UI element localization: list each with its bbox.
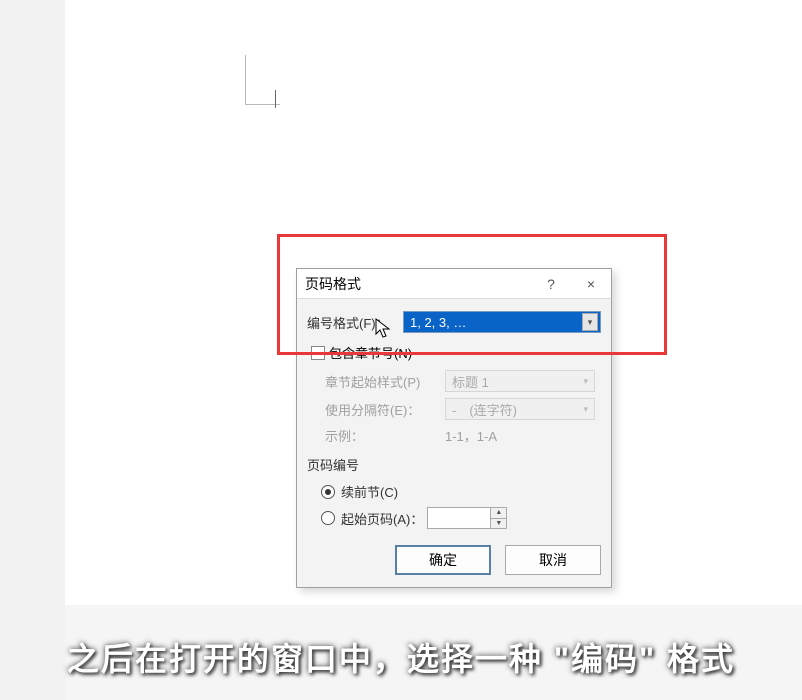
dialog-titlebar[interactable]: 页码格式 ? × <box>297 269 611 299</box>
ok-button[interactable]: 确定 <box>395 545 491 575</box>
include-chapter-checkbox[interactable] <box>311 346 325 360</box>
tutorial-caption: 之后在打开的窗口中，选择一种 "编码" 格式 <box>0 634 802 680</box>
help-button[interactable]: ? <box>531 269 571 299</box>
separator-label: 使用分隔符(E)： <box>325 400 445 419</box>
chapter-style-dropdown: 标题 1 ▾ <box>445 370 595 392</box>
chevron-down-icon: ▾ <box>582 313 598 331</box>
dialog-button-row: 确定 取消 <box>307 545 601 575</box>
chevron-down-icon: ▾ <box>583 376 588 387</box>
continue-previous-row: 续前节(C) <box>321 482 601 501</box>
separator-value: - (连字符) <box>452 400 517 419</box>
text-cursor <box>275 90 278 108</box>
dialog-title: 页码格式 <box>305 274 531 294</box>
start-at-row: 起始页码(A)： ▲ ▼ <box>321 507 601 529</box>
spinner-down-button[interactable]: ▼ <box>491 518 506 529</box>
continue-previous-radio[interactable] <box>321 485 335 499</box>
number-format-dropdown[interactable]: 1, 2, 3, … ▾ <box>403 311 601 333</box>
chapter-options-section: 章节起始样式(P) 标题 1 ▾ 使用分隔符(E)： - (连字符) ▾ 示例：… <box>325 370 601 445</box>
number-format-label: 编号格式(F)： <box>307 313 403 332</box>
spinner-up-button[interactable]: ▲ <box>491 508 506 518</box>
sidebar-left-gutter <box>0 0 65 700</box>
page-number-format-dialog: 页码格式 ? × 编号格式(F)： 1, 2, 3, … ▾ 包含章节号(N) … <box>296 268 612 588</box>
start-at-value[interactable] <box>428 508 490 528</box>
start-at-spinner[interactable]: ▲ ▼ <box>427 507 507 529</box>
close-button[interactable]: × <box>571 269 611 299</box>
separator-dropdown: - (连字符) ▾ <box>445 398 595 420</box>
start-at-label: 起始页码(A)： <box>341 509 423 528</box>
example-label: 示例： <box>325 426 445 445</box>
dialog-body: 编号格式(F)： 1, 2, 3, … ▾ 包含章节号(N) 章节起始样式(P)… <box>297 299 611 587</box>
cancel-button[interactable]: 取消 <box>505 545 601 575</box>
example-value: 1-1，1-A <box>445 426 497 445</box>
continue-previous-label: 续前节(C) <box>341 482 398 501</box>
chapter-style-value: 标题 1 <box>452 372 489 391</box>
chapter-style-label: 章节起始样式(P) <box>325 372 445 391</box>
include-chapter-row: 包含章节号(N) <box>311 343 601 362</box>
number-format-value: 1, 2, 3, … <box>410 315 466 330</box>
page-numbering-header: 页码编号 <box>307 455 601 474</box>
number-format-row: 编号格式(F)： 1, 2, 3, … ▾ <box>307 311 601 333</box>
radio-selected-dot <box>325 489 331 495</box>
include-chapter-label: 包含章节号(N) <box>329 343 412 362</box>
start-at-radio[interactable] <box>321 511 335 525</box>
chevron-down-icon: ▾ <box>583 404 588 415</box>
